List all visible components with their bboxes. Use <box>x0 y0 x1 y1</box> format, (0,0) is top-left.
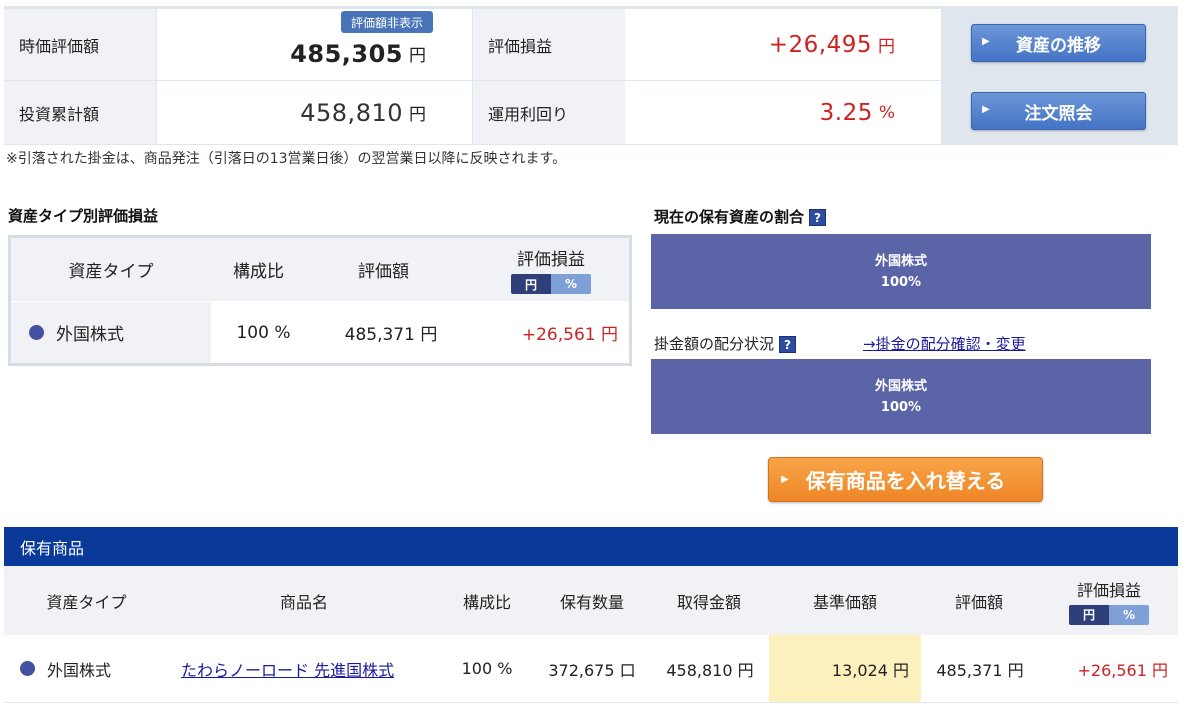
market-value-label: 時価評価額 <box>4 9 156 80</box>
arrow-right-icon: ▶ <box>982 104 990 115</box>
col-value: 評価額 <box>954 592 1003 612</box>
row-asset-type-label: 外国株式 <box>56 325 124 345</box>
col-gain-label: 評価損益 <box>1076 580 1141 600</box>
switch-holdings-label: 保有商品を入れ替える <box>805 469 1006 493</box>
col-cost: 取得金額 <box>676 592 741 612</box>
allocation-bar-pct: 100% <box>880 399 922 415</box>
arrow-right-icon: ▶ <box>781 474 789 485</box>
col-gain: 評価損益 円 % <box>1044 566 1174 635</box>
holdings-ratio-title-text: 現在の保有資産の割合 <box>654 208 805 226</box>
toggle-yen[interactable]: 円 <box>511 274 551 294</box>
col-ratio: 構成比 <box>233 262 284 282</box>
row-gain: +26,561 円 <box>1077 660 1168 680</box>
holdings-title: 保有商品 <box>4 527 1178 566</box>
unrealized-unit: 円 <box>878 37 895 57</box>
unit-toggle: 円 % <box>1069 604 1149 625</box>
help-icon[interactable]: ? <box>779 336 797 353</box>
allocation-label-text: 掛金額の配分状況 <box>654 335 775 353</box>
yield-label: 運用利回り <box>473 81 625 144</box>
table-row: 外国株式 たわらノーロード 先進国株式 100 % 372,675 口 458,… <box>4 635 1178 703</box>
allocation-change-link[interactable]: →掛金の配分確認・変更 <box>863 333 1026 354</box>
col-fund-name: 商品名 <box>279 592 328 612</box>
unrealized-label: 評価損益 <box>473 9 625 80</box>
holdings-ratio-title: 現在の保有資産の割合? <box>654 206 827 227</box>
holdings-ratio-bar: 外国株式 100% <box>651 234 1151 309</box>
fund-name-link[interactable]: たわらノーロード 先進国株式 <box>181 657 394 681</box>
toggle-yen[interactable]: 円 <box>1069 604 1109 625</box>
row-value: 485,371 円 <box>344 325 438 345</box>
row-asset-type: 外国株式 <box>11 302 211 363</box>
asset-history-label: 資産の推移 <box>1016 35 1101 56</box>
row-nav: 13,024 円 <box>769 635 921 702</box>
col-value: 評価額 <box>358 262 409 282</box>
order-inquiry-button[interactable]: ▶ 注文照会 <box>971 92 1146 130</box>
row-asset-type: 外国株式 <box>20 635 170 702</box>
allocation-bar-label: 外国株式 <box>874 378 927 394</box>
summary-panel: 時価評価額 485,305 円 評価額非表示 評価損益 +26,495 円 投資累計… <box>4 6 1178 145</box>
row-asset-type-label: 外国株式 <box>47 660 112 680</box>
col-ratio: 構成比 <box>462 592 511 612</box>
invested-unit: 円 <box>409 105 426 125</box>
col-asset-type: 資産タイプ <box>68 262 154 282</box>
deposit-note: ※引落された掛金は、商品発注（引落日の13営業日後）の翌営業日以降に反映されます… <box>6 151 567 167</box>
row-quantity: 372,675 口 <box>548 660 636 680</box>
col-quantity: 保有数量 <box>559 592 624 612</box>
market-value: 485,305 <box>290 39 403 68</box>
unrealized-cell: +26,495 円 <box>625 9 941 80</box>
row-cost: 458,810 円 <box>666 660 754 680</box>
asset-type-table: 資産タイプ 構成比 評価額 評価損益 円 % 外国株式 100 % 485,37… <box>8 235 632 366</box>
holdings-ratio-bar-label: 外国株式 <box>874 253 927 269</box>
market-value-unit: 円 <box>409 46 426 66</box>
hide-value-button[interactable]: 評価額非表示 <box>341 11 433 33</box>
asset-type-title: 資産タイプ別評価損益 <box>8 207 159 225</box>
yield-cell: 3.25% <box>625 81 941 144</box>
row-ratio: 100 % <box>236 322 291 343</box>
row-ratio: 100 % <box>461 659 513 678</box>
holdings-table-header: 資産タイプ 商品名 構成比 保有数量 取得金額 基準価額 評価額 評価損益 円 … <box>4 566 1178 635</box>
col-gain-label: 評価損益 <box>517 250 585 270</box>
invested-cell: 458,810 円 <box>157 81 472 144</box>
asset-type-table-header: 資産タイプ 構成比 評価額 評価損益 円 % <box>11 238 629 301</box>
holdings-ratio-bar-pct: 100% <box>880 274 922 290</box>
yield-value: 3.25 <box>819 99 873 126</box>
col-nav: 基準価額 <box>812 592 877 612</box>
help-icon[interactable]: ? <box>809 209 827 226</box>
table-row: 外国株式 100 % 485,371 円 +26,561 円 <box>11 302 629 363</box>
toggle-percent[interactable]: % <box>1109 604 1149 625</box>
order-inquiry-label: 注文照会 <box>1024 103 1093 124</box>
invested-value: 458,810 <box>300 98 403 127</box>
allocation-label: 掛金額の配分状況? <box>654 333 797 354</box>
row-gain: +26,561 円 <box>521 325 618 345</box>
asset-color-dot <box>29 325 44 340</box>
row-fund-name: たわらノーロード 先進国株式 <box>181 635 441 702</box>
unit-toggle: 円 % <box>511 274 591 294</box>
yield-unit: % <box>878 102 895 123</box>
col-gain: 評価損益 円 % <box>491 238 611 301</box>
unrealized-value: +26,495 <box>768 31 872 58</box>
arrow-right-icon: ▶ <box>982 36 990 47</box>
invested-label: 投資累計額 <box>4 81 156 144</box>
row-value: 485,371 円 <box>936 660 1024 680</box>
asset-color-dot <box>20 661 35 676</box>
toggle-percent[interactable]: % <box>551 274 591 294</box>
col-asset-type: 資産タイプ <box>46 592 127 612</box>
switch-holdings-button[interactable]: ▶ 保有商品を入れ替える <box>768 457 1043 502</box>
allocation-bar: 外国株式 100% <box>651 359 1151 434</box>
asset-history-button[interactable]: ▶ 資産の推移 <box>971 24 1146 62</box>
